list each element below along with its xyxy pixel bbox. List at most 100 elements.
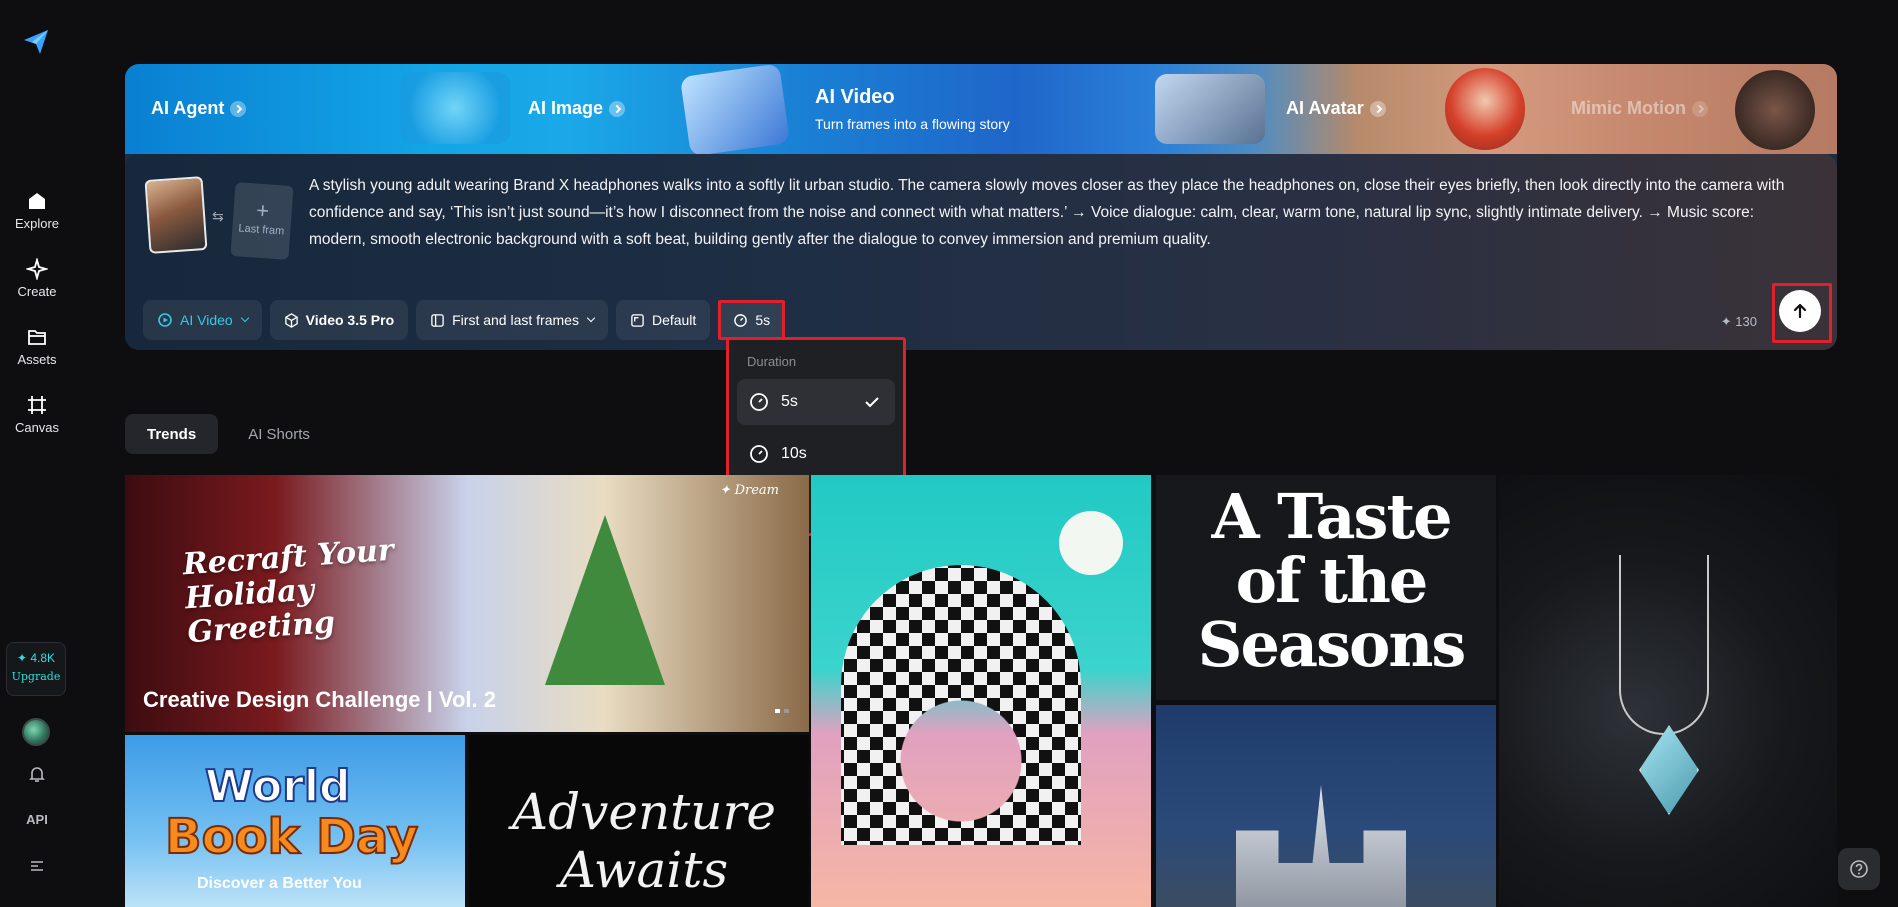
folder-icon	[28, 330, 46, 345]
menu-icon[interactable]	[0, 856, 74, 879]
tab-ai-agent-label: AI Agent	[151, 98, 225, 118]
ratio-label: Default	[651, 312, 697, 328]
duration-option-label: 5s	[781, 393, 798, 410]
chevron-down-icon	[586, 313, 596, 323]
tab-ai-video-subtitle: Turn frames into a flowing story	[815, 116, 1010, 132]
arrow-up-icon	[1793, 303, 1807, 319]
prompt-text[interactable]: A stylish young adult wearing Brand X he…	[309, 172, 1809, 253]
generation-toolbar: AI Video Video 3.5 Pro First and last fr…	[143, 300, 786, 340]
card-heading-line1: World	[204, 760, 351, 813]
duration-option-label: 10s	[781, 445, 807, 462]
nav-create-label: Create	[17, 284, 57, 299]
moon-art	[1059, 511, 1123, 575]
help-button[interactable]	[1838, 848, 1880, 890]
avatar-art	[1445, 68, 1525, 150]
gallery-card-adventure[interactable]: Adventure Awaits	[469, 735, 809, 907]
agent-art	[400, 72, 510, 144]
tab-ai-avatar[interactable]: AI Avatar	[1286, 98, 1386, 119]
tab-ai-shorts[interactable]: AI Shorts	[226, 414, 332, 454]
gallery-card-world-book-day[interactable]: World Book Day Discover a Better You	[125, 735, 465, 907]
clock-icon	[750, 445, 768, 463]
video-art	[1155, 74, 1265, 144]
duration-option-10s[interactable]: 10s	[737, 431, 895, 477]
frames-label: First and last frames	[452, 312, 579, 328]
plus-icon: +	[255, 197, 271, 224]
aspect-ratio-selector[interactable]: Default	[615, 300, 711, 340]
tab-ai-agent[interactable]: AI Agent	[151, 98, 247, 119]
first-frame-thumbnail[interactable]	[144, 176, 208, 254]
cube-icon	[284, 312, 298, 328]
chevron-right-icon	[1369, 100, 1386, 117]
chevron-right-icon	[1692, 100, 1708, 117]
mode-dropdown[interactable]: AI Video	[143, 300, 262, 340]
checkmark-icon	[865, 397, 879, 408]
frames-icon	[431, 313, 444, 327]
pendant-art	[1639, 725, 1699, 815]
creation-panel: AI Agent AI Image AI Video Turn frames i…	[125, 64, 1837, 350]
prompt-area: ⇆ + Last fram A stylish young adult wear…	[125, 154, 1837, 350]
nav-explore-label: Explore	[14, 216, 60, 231]
ratio-icon	[631, 313, 644, 327]
frames-dropdown[interactable]: First and last frames	[416, 300, 608, 340]
chevron-down-icon	[240, 313, 249, 323]
checkered-arch-art	[841, 565, 1081, 845]
canvas-icon	[28, 396, 46, 414]
carousel-dots[interactable]	[775, 709, 789, 713]
nav-assets[interactable]: Assets	[0, 326, 74, 367]
christmas-tree-art	[545, 515, 665, 685]
card-subheading: Discover a Better You	[197, 875, 362, 892]
duration-menu-title: Duration	[747, 354, 797, 369]
clock-icon	[734, 313, 748, 327]
nav-assets-label: Assets	[17, 352, 57, 367]
upgrade-label: Upgrade	[11, 670, 61, 683]
upgrade-button[interactable]: ✦ 4.8K Upgrade	[6, 642, 66, 696]
card-caption: Creative Design Challenge | Vol. 2	[143, 687, 496, 712]
duration-selector[interactable]: 5s	[718, 300, 786, 340]
app-logo-icon[interactable]	[22, 28, 50, 56]
tab-ai-image-label: AI Image	[528, 98, 604, 118]
trends-gallery: Recraft Your Holiday Greeting ✦ Dream Cr…	[125, 475, 1837, 907]
gallery-card-holiday[interactable]: Recraft Your Holiday Greeting ✦ Dream Cr…	[125, 475, 809, 732]
sidebar: Explore Create Assets Canvas ✦ 4.8K Upgr…	[0, 0, 74, 907]
video-mode-icon	[158, 313, 172, 327]
gallery-card-taste-seasons[interactable]: A Taste of the Seasons	[1156, 475, 1496, 700]
question-icon	[1850, 860, 1868, 878]
nav-create[interactable]: Create	[0, 258, 74, 299]
nav-canvas-label: Canvas	[14, 420, 60, 435]
gallery-card-checkered-arch[interactable]	[811, 475, 1151, 907]
nav-explore[interactable]: Explore	[0, 190, 74, 231]
tab-trends[interactable]: Trends	[125, 414, 219, 454]
tab-mimic-motion-label: Mimic Motion	[1571, 98, 1686, 118]
last-frame-label: Last fram	[238, 222, 285, 238]
credits-balance: ✦ 4.8K	[16, 651, 56, 665]
card-heading-line2: Book Day	[164, 808, 419, 866]
gallery-card-castle[interactable]	[1156, 705, 1496, 907]
card-heading: A Taste of the Seasons	[1197, 480, 1467, 681]
duration-label: 5s	[755, 312, 771, 328]
model-selector[interactable]: Video 3.5 Pro	[269, 300, 409, 340]
generation-cost: ✦ 130	[1720, 314, 1757, 329]
last-frame-upload[interactable]: + Last fram	[230, 182, 294, 260]
tab-ai-image[interactable]: AI Image	[528, 98, 626, 119]
avatar[interactable]	[22, 718, 50, 746]
brand-watermark: ✦ Dream	[719, 483, 779, 498]
tab-mimic-motion[interactable]: Mimic Motion	[1571, 98, 1708, 119]
duration-option-5s[interactable]: 5s	[737, 379, 895, 425]
mode-tabs-banner: AI Agent AI Image AI Video Turn frames i…	[125, 64, 1837, 157]
api-link[interactable]: API	[0, 812, 74, 827]
card-heading: Recraft Your Holiday Greeting	[181, 532, 395, 651]
nav-canvas[interactable]: Canvas	[0, 394, 74, 435]
motion-art	[1735, 70, 1815, 150]
chevron-right-icon	[609, 100, 626, 117]
clock-icon	[750, 393, 768, 411]
home-icon	[29, 193, 45, 209]
bell-icon[interactable]	[0, 764, 74, 787]
swap-icon[interactable]: ⇆	[212, 208, 224, 225]
gallery-card-pendant[interactable]	[1499, 475, 1837, 907]
chevron-right-icon	[230, 100, 247, 117]
generate-button[interactable]	[1779, 290, 1821, 332]
chain-art	[1619, 555, 1709, 735]
tab-ai-video-title[interactable]: AI Video	[815, 86, 895, 109]
castle-art	[1236, 785, 1406, 907]
card-heading: Adventure Awaits	[512, 783, 776, 899]
